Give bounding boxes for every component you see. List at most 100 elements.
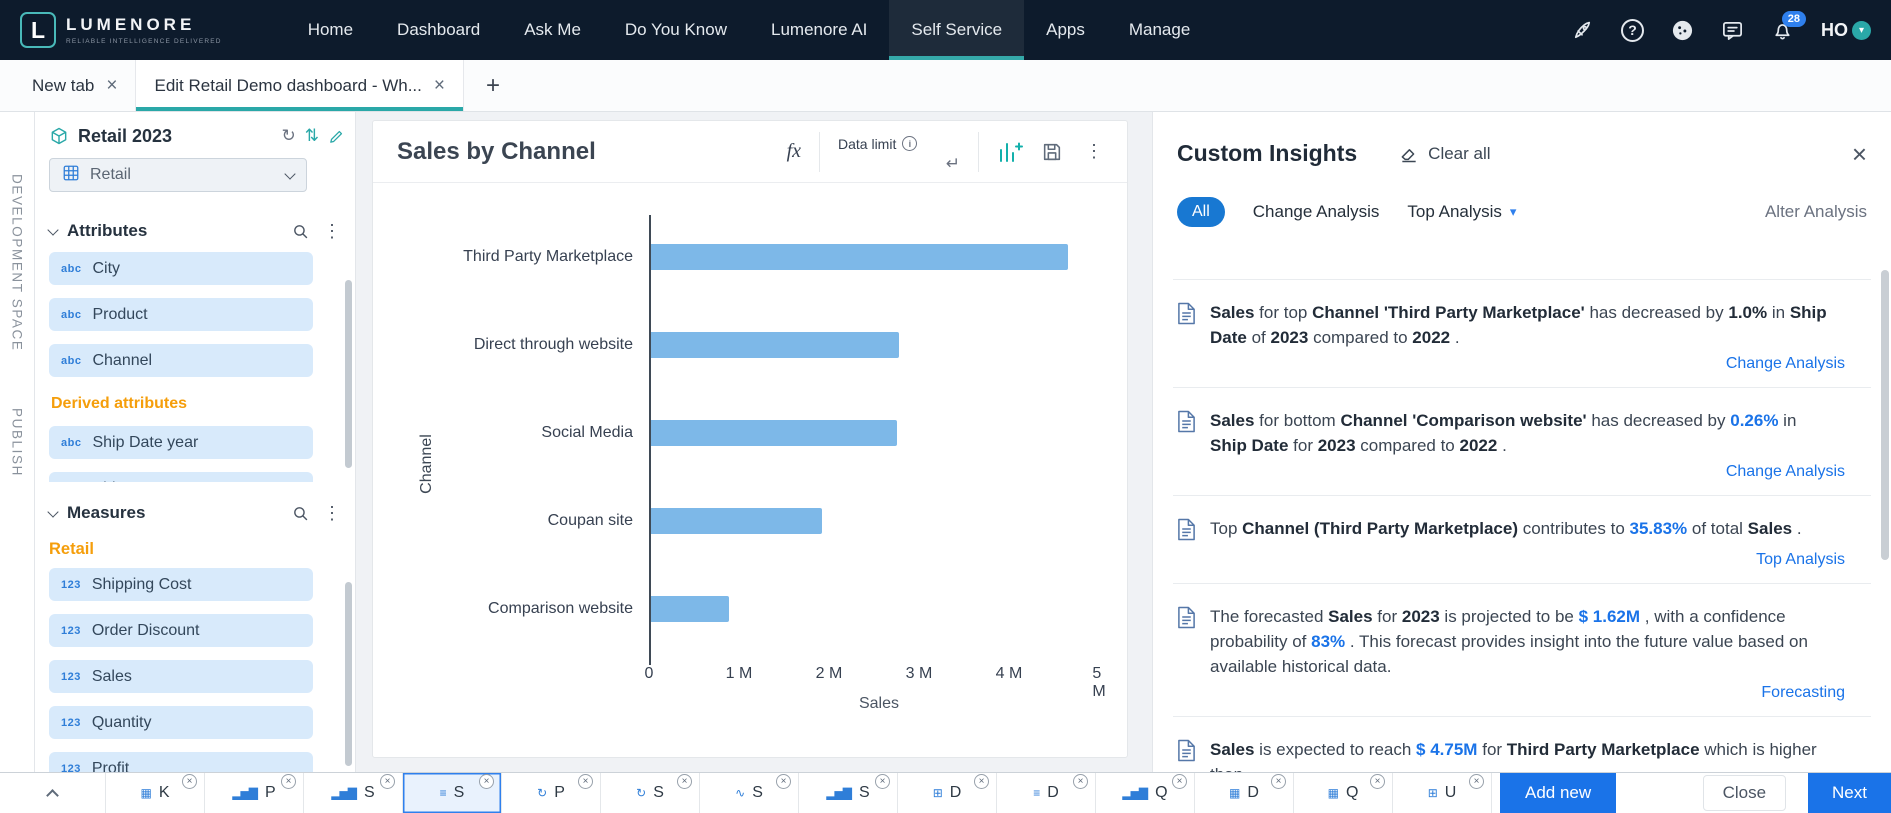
- close-widget-icon[interactable]: ×: [1172, 774, 1187, 789]
- table-select-dropdown[interactable]: Retail: [49, 158, 307, 192]
- nav-item-label: Lumenore AI: [771, 20, 868, 39]
- dashboard-tab[interactable]: New tab ×: [14, 60, 135, 111]
- insight-action-link[interactable]: Top Analysis: [1177, 551, 1845, 569]
- close-widget-icon[interactable]: ×: [677, 774, 692, 789]
- chart-bar[interactable]: [649, 332, 899, 358]
- insight-action-link[interactable]: Change Analysis: [1177, 463, 1845, 481]
- widget-tab[interactable]: ↻ S ×: [601, 773, 700, 813]
- rocket-icon[interactable]: [1571, 19, 1594, 42]
- add-new-button[interactable]: Add new: [1500, 773, 1617, 813]
- feedback-icon[interactable]: [1721, 19, 1744, 42]
- insight-filter[interactable]: Change Analysis ▾: [1253, 202, 1380, 222]
- close-widget-icon[interactable]: ×: [776, 774, 791, 789]
- nav-item[interactable]: Home: [286, 0, 375, 60]
- widget-tab[interactable]: ∿ S ×: [700, 773, 799, 813]
- next-button[interactable]: Next: [1808, 773, 1891, 813]
- lumenore-logo[interactable]: L LUMENORE RELIABLE INTELLIGENCE DELIVER…: [20, 12, 222, 48]
- refresh-icon[interactable]: ↻: [282, 126, 296, 146]
- close-widget-icon[interactable]: ×: [974, 774, 989, 789]
- close-widget-icon[interactable]: ×: [182, 774, 197, 789]
- close-button[interactable]: Close: [1702, 775, 1787, 811]
- widget-tab[interactable]: ⊞ U ×: [1393, 773, 1492, 813]
- cookie-icon[interactable]: [1671, 19, 1694, 42]
- sort-icon[interactable]: ⇅: [305, 126, 319, 146]
- measure-item[interactable]: 123 Profit: [49, 752, 313, 772]
- close-widget-icon[interactable]: ×: [1271, 774, 1286, 789]
- measures-scrollbar[interactable]: [345, 582, 352, 766]
- widget-tab[interactable]: ▦ D ×: [1195, 773, 1294, 813]
- fx-formula-icon[interactable]: fx: [787, 140, 801, 163]
- collapse-chevron-icon[interactable]: [47, 505, 59, 518]
- widget-tab[interactable]: ▂▅▇ P ×: [205, 773, 304, 813]
- widget-tab[interactable]: ▂▅▇ S ×: [304, 773, 403, 813]
- attribute-item[interactable]: abc Channel: [49, 344, 313, 377]
- help-icon[interactable]: ?: [1621, 18, 1644, 42]
- nav-item[interactable]: Ask Me: [502, 0, 603, 60]
- save-button[interactable]: [1041, 141, 1063, 163]
- close-widget-icon[interactable]: ×: [875, 774, 890, 789]
- chart-bar[interactable]: [649, 420, 897, 446]
- insight-filter[interactable]: Top Analysis ▾: [1407, 202, 1516, 222]
- close-tab-icon[interactable]: ×: [106, 75, 117, 97]
- add-chart-button[interactable]: [997, 139, 1023, 165]
- dashboard-tab[interactable]: Edit Retail Demo dashboard - Wh... ×: [135, 60, 464, 111]
- measure-item[interactable]: 123 Sales: [49, 660, 313, 693]
- close-widget-icon[interactable]: ×: [578, 774, 593, 789]
- info-icon[interactable]: i: [902, 136, 918, 151]
- insights-scrollbar[interactable]: [1881, 270, 1889, 560]
- nav-item[interactable]: Apps: [1024, 0, 1107, 60]
- publish-label[interactable]: PUBLISH: [10, 408, 25, 477]
- widget-tab[interactable]: ⊞ D ×: [898, 773, 997, 813]
- measure-item[interactable]: 123 Shipping Cost: [49, 568, 313, 601]
- development-space-label[interactable]: DEVELOPMENT SPACE: [10, 174, 25, 352]
- close-widget-icon[interactable]: ×: [1073, 774, 1088, 789]
- insight-filter[interactable]: All ▾: [1177, 197, 1225, 227]
- widget-tab[interactable]: ▦ K ×: [106, 773, 205, 813]
- close-widget-icon[interactable]: ×: [479, 774, 494, 789]
- close-panel-icon[interactable]: ×: [1852, 141, 1867, 167]
- chart-bar[interactable]: [649, 508, 822, 534]
- clear-all-button[interactable]: Clear all: [1399, 144, 1491, 164]
- attributes-scrollbar[interactable]: [345, 280, 352, 468]
- chart-bar[interactable]: [649, 596, 729, 622]
- expand-panel-button[interactable]: [0, 773, 106, 813]
- widget-tab[interactable]: ↻ P ×: [502, 773, 601, 813]
- nav-item[interactable]: Lumenore AI: [749, 0, 889, 60]
- kebab-menu-icon[interactable]: ⋮: [319, 503, 345, 524]
- nav-item[interactable]: Dashboard: [375, 0, 502, 60]
- close-widget-icon[interactable]: ×: [380, 774, 395, 789]
- nav-item[interactable]: Do You Know: [603, 0, 749, 60]
- apply-return-icon[interactable]: ↵: [946, 154, 960, 174]
- nav-item[interactable]: Manage: [1107, 0, 1212, 60]
- widget-tab[interactable]: ▦ Q ×: [1294, 773, 1393, 813]
- kebab-menu-icon[interactable]: ⋮: [319, 221, 345, 242]
- measure-item[interactable]: 123 Quantity: [49, 706, 313, 739]
- add-tab-button[interactable]: +: [464, 72, 522, 100]
- close-widget-icon[interactable]: ×: [1370, 774, 1385, 789]
- close-tab-icon[interactable]: ×: [434, 75, 445, 97]
- alter-analysis-label[interactable]: Alter Analysis: [1765, 202, 1867, 222]
- attribute-item[interactable]: abc Product: [49, 298, 313, 331]
- chart-bar[interactable]: [649, 244, 1068, 270]
- widget-menu-icon[interactable]: ⋮: [1081, 141, 1107, 162]
- search-icon[interactable]: [292, 223, 309, 240]
- user-avatar[interactable]: HO ▾: [1821, 20, 1871, 41]
- close-widget-icon[interactable]: ×: [281, 774, 296, 789]
- nav-item[interactable]: Self Service: [889, 0, 1025, 60]
- attribute-item[interactable]: abc City: [49, 252, 313, 285]
- widget-tab[interactable]: ▂▅▇ Q ×: [1096, 773, 1195, 813]
- widget-tab[interactable]: ≡ D ×: [997, 773, 1096, 813]
- search-icon[interactable]: [292, 505, 309, 522]
- attribute-item[interactable]: abc Ship Date year: [49, 426, 313, 459]
- attribute-item[interactable]: abc Ship Date quarter: [49, 472, 313, 482]
- insight-action-link[interactable]: Forecasting: [1177, 684, 1845, 702]
- measure-item[interactable]: 123 Order Discount: [49, 614, 313, 647]
- widget-tab[interactable]: ▂▅▇ S ×: [799, 773, 898, 813]
- attribute-item[interactable]: Derived attributes: [49, 390, 313, 418]
- widget-tab[interactable]: ≡ S ×: [403, 773, 502, 813]
- edit-pencil-icon[interactable]: [328, 128, 345, 145]
- collapse-chevron-icon[interactable]: [47, 223, 59, 236]
- insight-action-link[interactable]: Change Analysis: [1177, 355, 1845, 373]
- notifications-bell-icon[interactable]: 28: [1771, 10, 1806, 42]
- close-widget-icon[interactable]: ×: [1469, 774, 1484, 789]
